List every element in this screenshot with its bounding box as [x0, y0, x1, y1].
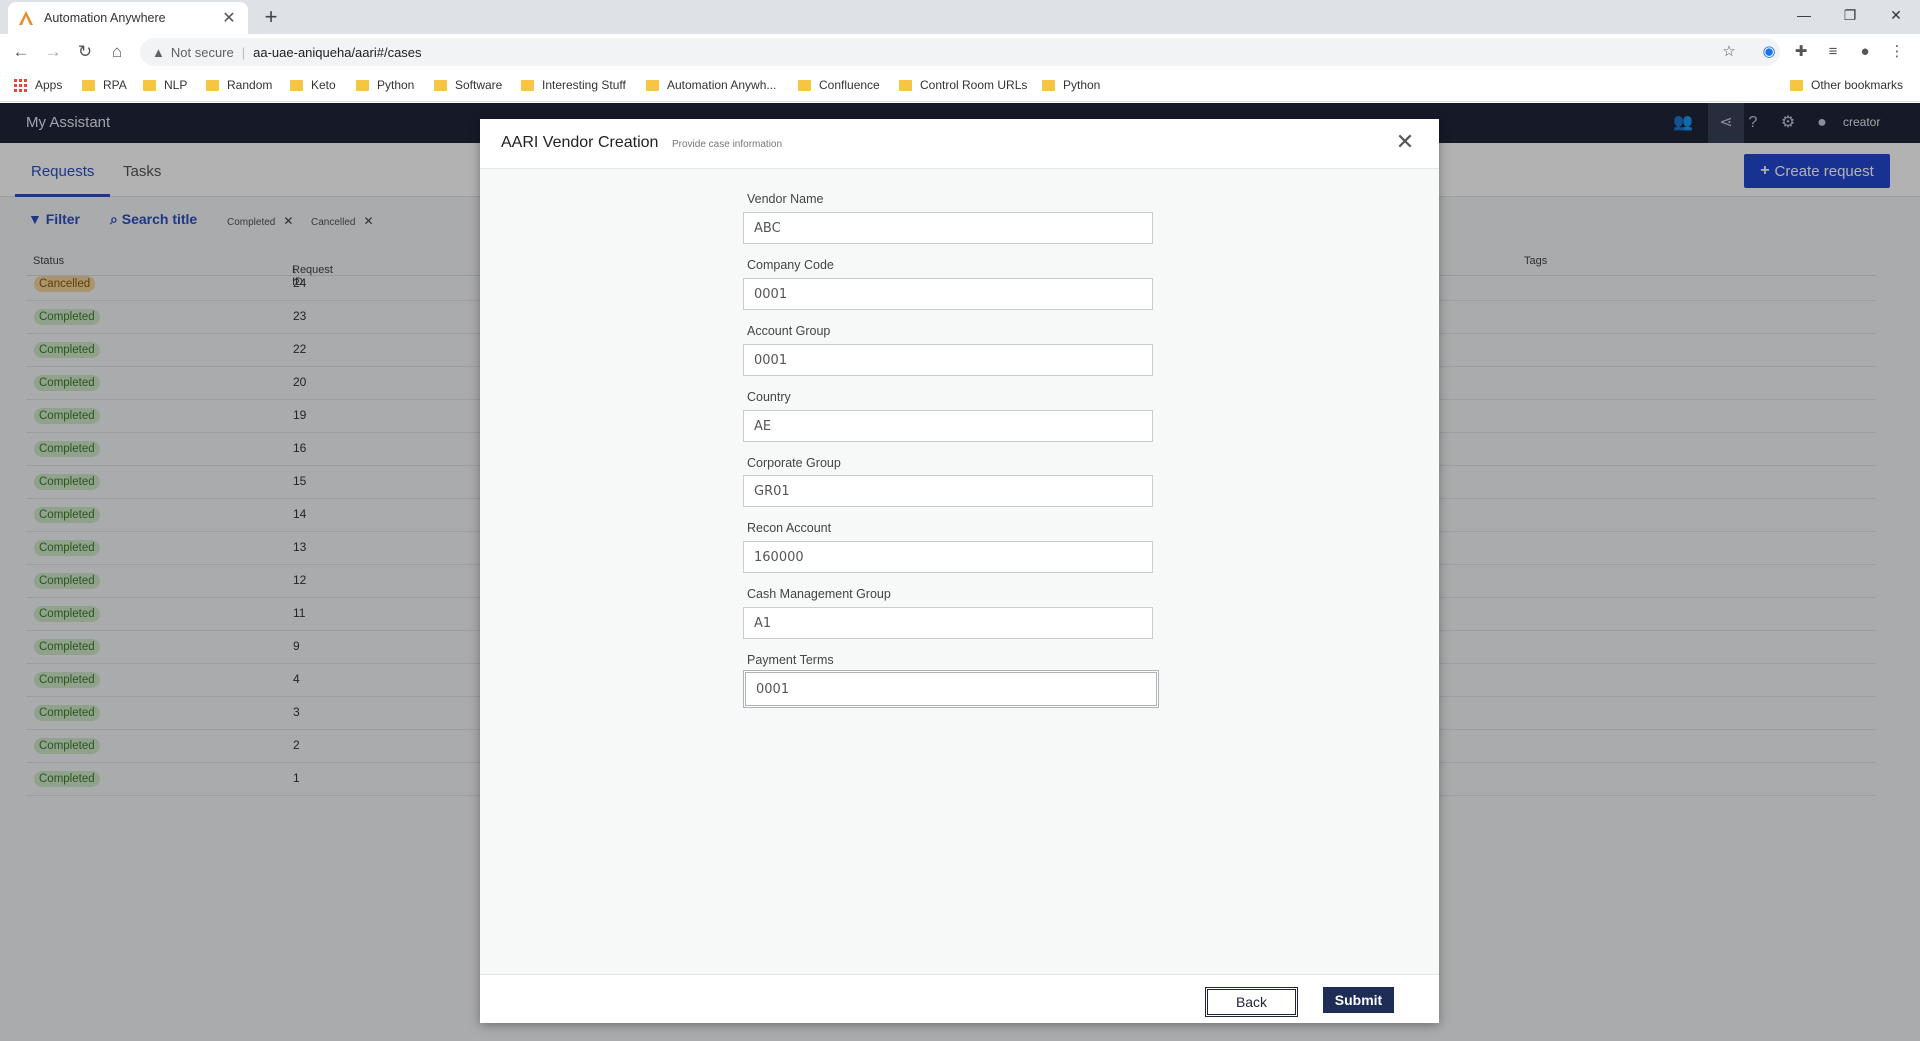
browser-menu-icon[interactable]: ⋮ [1886, 41, 1908, 63]
browser-toolbar: ← → ↻ ⌂ ▲ Not secure | aa-uae-aniqueha/a… [0, 34, 1920, 70]
bookmark-label: Software [455, 78, 503, 92]
vendor-creation-dialog: AARI Vendor Creation Provide case inform… [480, 119, 1439, 1023]
vendor-name-field[interactable] [743, 212, 1153, 244]
folder-icon [521, 79, 534, 91]
minimize-icon[interactable]: — [1781, 0, 1827, 30]
home-icon[interactable]: ⌂ [105, 41, 129, 63]
profile-avatar-icon[interactable]: ● [1854, 41, 1876, 63]
bookmark-label: Automation Anywh... [667, 78, 777, 92]
dialog-title: AARI Vendor Creation [501, 134, 659, 151]
folder-icon [356, 79, 369, 91]
dialog-header: AARI Vendor Creation Provide case inform… [480, 119, 1439, 169]
bookmark-label: Random [227, 78, 273, 92]
folder-icon [143, 79, 156, 91]
reading-list-icon[interactable]: ≡ [1822, 41, 1844, 63]
country-label: Country [747, 390, 791, 404]
bookmark-label: NLP [164, 78, 188, 92]
bookmark-folder[interactable]: Python [1042, 78, 1100, 92]
close-icon[interactable]: ✕ [1394, 131, 1416, 153]
back-arrow-icon[interactable]: ← [9, 41, 33, 63]
extension-badge-icon[interactable]: ◉ [1758, 41, 1780, 63]
folder-icon [82, 79, 95, 91]
bookmark-apps[interactable]: Apps [14, 78, 62, 92]
folder-icon [798, 79, 811, 91]
window-close-icon[interactable]: ✕ [1873, 0, 1919, 30]
apps-grid-icon [14, 78, 27, 92]
corporate-group-label: Corporate Group [747, 456, 841, 470]
bookmark-folder[interactable]: Software [434, 78, 502, 92]
omnibox-separator: | [241, 44, 246, 60]
address-bar[interactable]: ▲ Not secure | aa-uae-aniqueha/aari#/cas… [140, 38, 1780, 66]
automation-anywhere-icon [19, 11, 33, 25]
cash-management-group-label: Cash Management Group [747, 587, 891, 601]
folder-icon [899, 79, 912, 91]
account-group-field[interactable] [743, 344, 1153, 376]
bookmark-folder[interactable]: Python [356, 78, 414, 92]
bookmark-folder[interactable]: Interesting Stuff [521, 78, 626, 92]
browser-tabstrip: Automation Anywhere ✕ + — ❐ ✕ [0, 0, 1920, 34]
folder-icon [646, 79, 659, 91]
account-group-label: Account Group [747, 324, 831, 338]
new-tab-icon[interactable]: + [258, 4, 284, 30]
back-button[interactable]: Back [1205, 987, 1298, 1017]
bookmark-folder[interactable]: Confluence [798, 78, 880, 92]
bookmarks-bar: Apps RPA NLP Random Keto Python Software… [0, 70, 1920, 102]
payment-terms-field[interactable] [743, 670, 1159, 708]
dialog-footer: Back Submit [480, 974, 1439, 1023]
vendor-name-label: Vendor Name [747, 192, 824, 206]
folder-icon [1790, 79, 1803, 91]
bookmark-label: Interesting Stuff [542, 78, 626, 92]
forward-arrow-icon[interactable]: → [41, 41, 65, 63]
warning-icon: ▲ [152, 44, 165, 60]
bookmark-label: RPA [103, 78, 127, 92]
bookmark-folder[interactable]: Automation Anywh... [646, 78, 776, 92]
bookmark-folder[interactable]: Control Room URLs [899, 78, 1027, 92]
recon-account-field[interactable] [743, 541, 1153, 573]
bookmark-label: Other bookmarks [1811, 78, 1904, 92]
folder-icon [290, 79, 303, 91]
cash-management-group-field[interactable] [743, 607, 1153, 639]
tab-title: Automation Anywhere [44, 11, 166, 25]
reload-icon[interactable]: ↻ [73, 41, 97, 63]
folder-icon [206, 79, 219, 91]
bookmark-label: Confluence [819, 78, 880, 92]
restore-icon[interactable]: ❐ [1827, 0, 1873, 30]
corporate-group-field[interactable] [743, 475, 1153, 507]
not-secure-label: Not secure [170, 44, 234, 60]
browser-tab[interactable]: Automation Anywhere ✕ [8, 2, 248, 34]
close-tab-icon[interactable]: ✕ [220, 8, 238, 28]
bookmark-star-icon[interactable]: ☆ [1718, 41, 1740, 63]
bookmark-label: Python [377, 78, 415, 92]
payment-terms-label: Payment Terms [747, 653, 834, 667]
other-bookmarks[interactable]: Other bookmarks [1790, 78, 1903, 92]
bookmark-label: Keto [311, 78, 336, 92]
bookmark-folder[interactable]: NLP [143, 78, 187, 92]
bookmark-folder[interactable]: RPA [82, 78, 127, 92]
country-field[interactable] [743, 410, 1153, 442]
bookmark-label: Control Room URLs [920, 78, 1028, 92]
url-text: aa-uae-aniqueha/aari#/cases [253, 44, 422, 60]
bookmark-folder[interactable]: Keto [290, 78, 336, 92]
extensions-puzzle-icon[interactable]: ✚ [1790, 41, 1812, 63]
bookmark-label: Apps [35, 78, 63, 92]
submit-button[interactable]: Submit [1323, 987, 1394, 1013]
folder-icon [434, 79, 447, 91]
dialog-subtitle: Provide case information [672, 139, 783, 150]
company-code-label: Company Code [747, 258, 834, 272]
folder-icon [1042, 79, 1055, 91]
recon-account-label: Recon Account [747, 521, 832, 535]
bookmark-label: Python [1063, 78, 1101, 92]
company-code-field[interactable] [743, 278, 1153, 310]
bookmark-folder[interactable]: Random [206, 78, 272, 92]
